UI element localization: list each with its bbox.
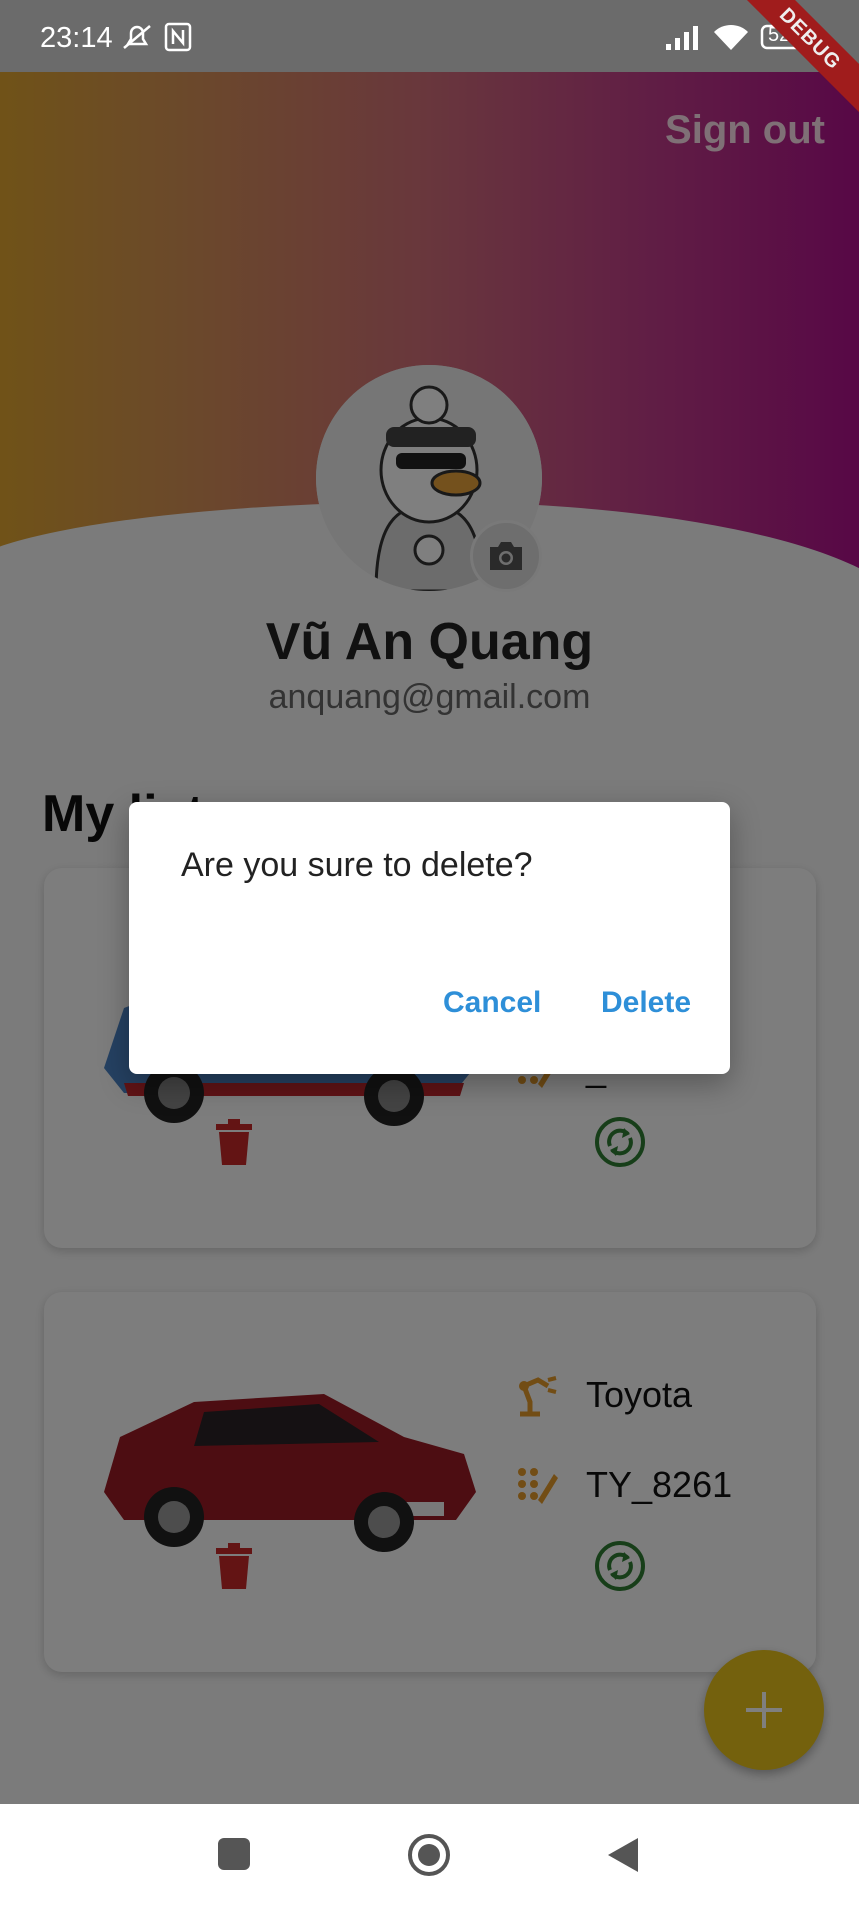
back-triangle-icon [608, 1838, 638, 1872]
square-icon [218, 1838, 250, 1870]
mute-icon [120, 22, 154, 57]
recents-button[interactable] [216, 1836, 252, 1877]
delete-confirm-button[interactable]: Delete [601, 986, 691, 1020]
signal-icon [664, 22, 702, 57]
home-button[interactable] [406, 1832, 452, 1883]
status-time: 23:14 [40, 22, 113, 54]
system-nav-bar [0, 1804, 859, 1908]
nfc-icon [164, 22, 192, 57]
wifi-icon [712, 22, 750, 57]
circle-icon [408, 1834, 450, 1876]
dialog-message: Are you sure to delete? [181, 846, 533, 884]
cancel-button[interactable]: Cancel [443, 986, 541, 1020]
back-button[interactable] [606, 1836, 640, 1879]
status-bar: 23:14 52 DEBUG [0, 0, 859, 119]
delete-confirm-dialog: Are you sure to delete? Cancel Delete [129, 802, 730, 1074]
